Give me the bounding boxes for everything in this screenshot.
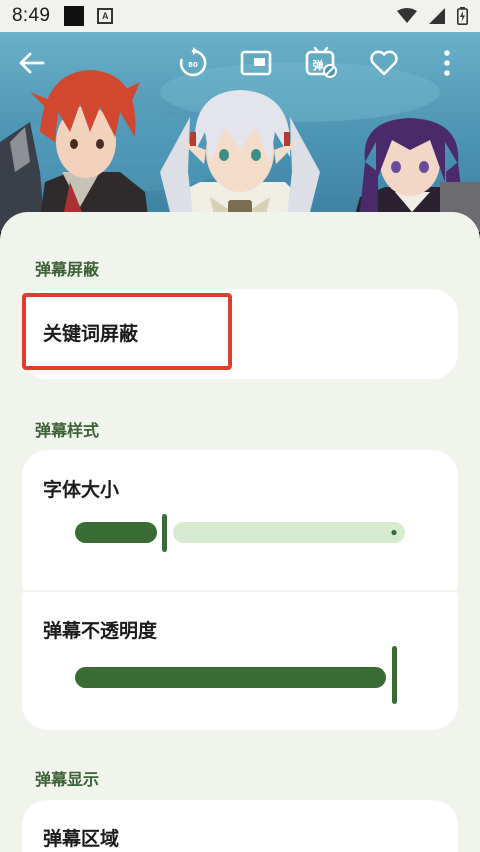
picture-in-picture-icon[interactable]: [239, 46, 273, 80]
font-size-slider-thumb[interactable]: [162, 514, 167, 552]
opacity-slider[interactable]: [72, 644, 412, 706]
danmaku-toggle-icon[interactable]: 弹: [304, 46, 338, 80]
font-size-label: 字体大小: [43, 479, 120, 501]
danmaku-settings-sheet: 弹幕屏蔽 关键词屏蔽 弹幕样式 字体大小 弹幕不透明度 弹幕显示 弹幕区域: [0, 212, 480, 852]
opacity-slider-active-track: [75, 667, 386, 688]
back-arrow-icon[interactable]: [15, 46, 49, 80]
opacity-card: 弹幕不透明度: [22, 592, 458, 730]
favorite-heart-icon[interactable]: [367, 46, 401, 80]
app-notification-letter: A: [101, 11, 109, 21]
danmaku-area-card[interactable]: 弹幕区域: [22, 800, 458, 852]
square-notification-icon: [64, 6, 85, 26]
status-icons: [397, 7, 468, 25]
danmaku-glyph: 弹: [313, 58, 324, 72]
font-size-slider-stop-dot: [391, 529, 397, 536]
status-bar: 8:49 A: [0, 0, 480, 32]
opacity-label: 弹幕不透明度: [43, 620, 158, 642]
font-size-slider-inactive-track: [173, 522, 405, 543]
opacity-slider-thumb[interactable]: [392, 646, 397, 704]
font-size-card: 字体大小: [22, 450, 458, 590]
screen: 8:49 A 80 弹 弹幕屏蔽 关键词屏蔽 弹幕样式 字体大小 弹幕不透明度 …: [0, 0, 480, 852]
section-title-style: 弹幕样式: [35, 421, 100, 440]
replay-badge: 80: [188, 61, 198, 69]
section-title-block: 弹幕屏蔽: [35, 260, 100, 279]
font-size-slider-active-track: [75, 522, 157, 543]
status-time: 8:49: [12, 5, 51, 26]
player-top-bar: 80 弹: [0, 32, 480, 96]
app-notification-icon: A: [97, 8, 114, 24]
battery-icon: [457, 7, 468, 25]
wifi-icon: [397, 8, 417, 23]
danmaku-area-label: 弹幕区域: [43, 828, 120, 850]
section-title-display: 弹幕显示: [35, 770, 100, 789]
font-size-slider[interactable]: [72, 514, 412, 554]
more-vert-icon[interactable]: [430, 46, 464, 80]
signal-icon: [429, 8, 445, 24]
replay-icon[interactable]: 80: [176, 46, 210, 80]
highlight-box: [22, 293, 232, 370]
